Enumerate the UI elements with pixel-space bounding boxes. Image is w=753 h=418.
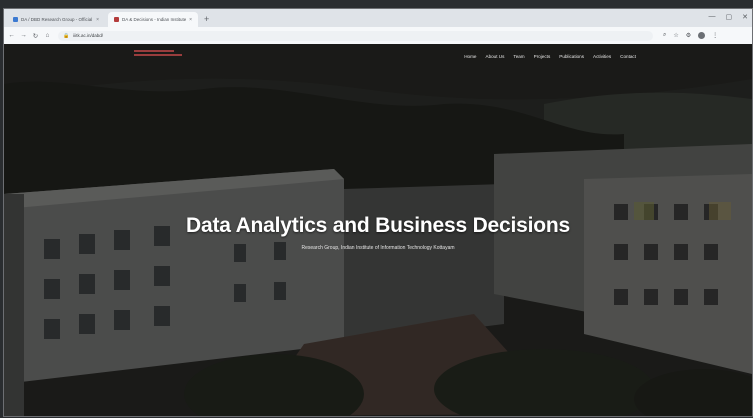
close-window-icon[interactable]: ✕ xyxy=(742,13,748,21)
bookmark-star-icon[interactable]: ☆ xyxy=(673,32,678,39)
web-page: Home About Us Team Projects Publications… xyxy=(4,44,752,416)
extensions-icon[interactable]: ⚙ xyxy=(686,32,691,39)
tab-close-icon[interactable]: × xyxy=(96,17,99,23)
profile-avatar[interactable] xyxy=(698,32,706,39)
forward-icon[interactable]: → xyxy=(19,32,28,39)
nav-team[interactable]: Team xyxy=(513,54,524,59)
minimize-icon[interactable]: — xyxy=(709,13,716,21)
reload-icon[interactable]: ↻ xyxy=(31,32,40,40)
site-favicon-icon xyxy=(114,17,119,22)
site-nav: Home About Us Team Projects Publications… xyxy=(464,54,636,59)
back-icon[interactable]: ← xyxy=(7,32,16,39)
maximize-icon[interactable]: ▢ xyxy=(726,13,733,21)
toolbar-icons: ⌕ ☆ ⚙ ⋮ xyxy=(663,32,718,39)
address-bar[interactable]: 🔒 iiitk.ac.in/dabd/ xyxy=(58,30,653,41)
url-text[interactable]: iiitk.ac.in/dabd/ xyxy=(73,33,103,38)
tab-title: DA / DBD Research Group - Official Site xyxy=(21,17,93,22)
browser-tab-1[interactable]: DA / DBD Research Group - Official Site … xyxy=(7,12,105,27)
nav-contact[interactable]: Contact xyxy=(620,54,636,59)
menu-icon[interactable]: ⋮ xyxy=(712,32,718,39)
site-logo[interactable] xyxy=(134,50,182,62)
zoom-icon[interactable]: ⌕ xyxy=(663,32,666,39)
nav-projects[interactable]: Projects xyxy=(534,54,551,59)
site-favicon-icon xyxy=(13,17,18,22)
hero-subtitle: Research Group, Indian Institute of Info… xyxy=(301,245,455,251)
tab-close-icon[interactable]: × xyxy=(189,17,192,23)
nav-publications[interactable]: Publications xyxy=(559,54,584,59)
tab-strip: DA / DBD Research Group - Official Site … xyxy=(4,9,752,27)
tab-title: DA & Decisions - Indian Institute... xyxy=(122,17,187,22)
nav-activities[interactable]: Activities xyxy=(593,54,611,59)
nav-home[interactable]: Home xyxy=(464,54,476,59)
browser-tab-2[interactable]: DA & Decisions - Indian Institute... × xyxy=(108,12,198,27)
lock-icon: 🔒 xyxy=(63,32,70,39)
home-icon[interactable]: ⌂ xyxy=(43,32,52,39)
new-tab-button[interactable]: + xyxy=(204,14,209,24)
browser-window: DA / DBD Research Group - Official Site … xyxy=(3,8,753,417)
nav-about[interactable]: About Us xyxy=(486,54,505,59)
browser-toolbar: ← → ↻ ⌂ 🔒 iiitk.ac.in/dabd/ ⌕ ☆ ⚙ ⋮ xyxy=(4,27,752,45)
window-controls: — ▢ ✕ xyxy=(709,13,749,21)
hero-title: Data Analytics and Business Decisions xyxy=(186,214,570,237)
